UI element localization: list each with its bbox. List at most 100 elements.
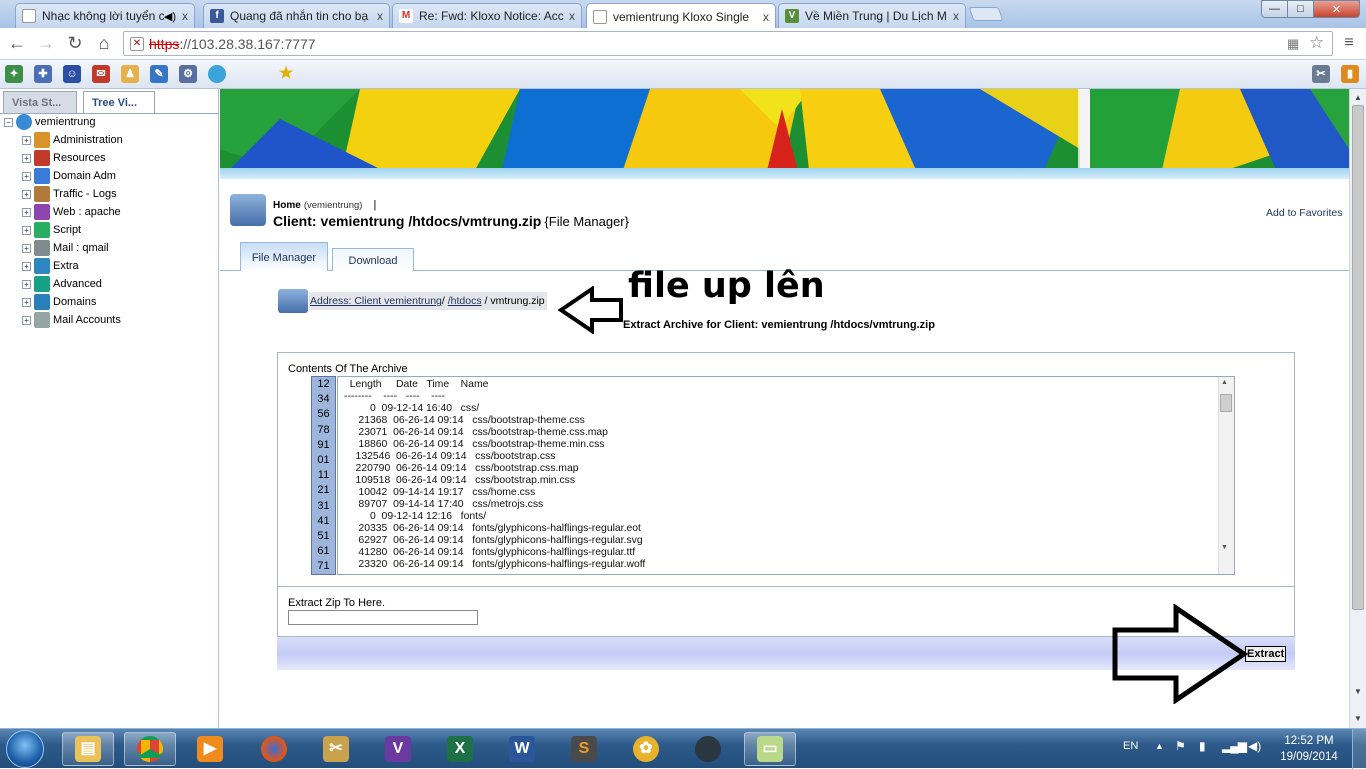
favorites-star-icon[interactable]: ★ xyxy=(277,65,295,83)
tree-item-web-apache[interactable]: + Web : apache xyxy=(22,203,121,221)
tab-download[interactable]: Download xyxy=(332,248,414,271)
back-icon[interactable]: ← xyxy=(6,32,28,54)
tab-close-icon[interactable]: x xyxy=(182,9,188,23)
tab-vista-style[interactable]: Vista St... xyxy=(3,91,77,113)
reload-icon[interactable]: ↻ xyxy=(64,32,86,54)
tree-item-extra[interactable]: + Extra xyxy=(22,257,79,275)
close-window-button[interactable]: ✕ xyxy=(1313,0,1360,18)
expand-icon[interactable]: + xyxy=(22,225,31,235)
tree-item-script[interactable]: + Script xyxy=(22,221,81,239)
tab-close-icon[interactable]: x xyxy=(377,9,383,23)
address-client-link[interactable]: Address: Client vemientrung xyxy=(310,295,442,307)
breadcrumb-home-link[interactable]: Home xyxy=(273,200,301,211)
clock-date[interactable]: 19/09/2014 xyxy=(1278,751,1340,763)
tree-root[interactable]: − vemientrung xyxy=(4,113,96,131)
tools-icon[interactable]: ✂ xyxy=(310,732,362,766)
address-bar[interactable]: ✕ https://103.28.38.167:7777 ▦ ☆ xyxy=(123,31,1333,56)
bookmark-star-icon[interactable]: ☆ xyxy=(1309,33,1324,53)
speaker-icon[interactable]: ◀) xyxy=(164,10,176,23)
sublime-icon[interactable]: S xyxy=(558,732,610,766)
extract-to-input[interactable] xyxy=(288,610,478,625)
power-icon[interactable]: ▮ xyxy=(1199,739,1206,753)
excel-icon[interactable]: X xyxy=(434,732,486,766)
network-icon[interactable]: ▂▄▆ xyxy=(1222,739,1247,753)
chrome-icon[interactable] xyxy=(124,732,176,766)
tree-item-mail-accounts[interactable]: + Mail Accounts xyxy=(22,311,121,329)
extension-icon-5[interactable]: ♟ xyxy=(121,65,139,83)
page-scroll-thumb[interactable] xyxy=(1352,105,1364,610)
expand-icon[interactable]: + xyxy=(22,153,31,163)
maximize-button[interactable]: □ xyxy=(1287,0,1314,18)
extract-button[interactable]: Extract xyxy=(1245,646,1287,662)
extension-icon-3[interactable]: ☺ xyxy=(63,65,81,83)
tab-file-manager[interactable]: File Manager xyxy=(240,242,328,271)
language-indicator[interactable]: EN xyxy=(1123,740,1138,752)
notes-icon[interactable]: ▭ xyxy=(744,732,796,766)
media-player-icon[interactable]: ▶ xyxy=(184,732,236,766)
expand-icon[interactable]: + xyxy=(22,297,31,307)
extension-icon-10[interactable]: ▮ xyxy=(1341,65,1359,83)
extension-icon-2[interactable]: ✚ xyxy=(34,65,52,83)
expand-icon[interactable]: + xyxy=(22,135,31,145)
listing-scroll-thumb[interactable] xyxy=(1220,394,1232,412)
extension-icon-8[interactable] xyxy=(208,65,226,83)
app-icon[interactable] xyxy=(682,732,734,766)
tree-item-resources[interactable]: + Resources xyxy=(22,149,106,167)
clock-time[interactable]: 12:52 PM xyxy=(1278,735,1340,747)
tree-item-domain-adm[interactable]: + Domain Adm xyxy=(22,167,116,185)
expand-icon[interactable]: + xyxy=(22,243,31,253)
start-orb[interactable] xyxy=(6,730,44,768)
firefox-icon[interactable] xyxy=(248,732,300,766)
archive-contents-textarea[interactable]: Length Date Time Name -------- ---- ----… xyxy=(337,376,1235,575)
extension-icon-6[interactable]: ✎ xyxy=(150,65,168,83)
new-tab-button[interactable] xyxy=(968,7,1004,21)
translate-icon[interactable]: ▦ xyxy=(1287,36,1299,52)
action-center-flag-icon[interactable]: ⚑ xyxy=(1175,739,1186,753)
tab-close-icon[interactable]: x xyxy=(763,10,769,24)
tab-close-icon[interactable]: x xyxy=(569,9,575,23)
listing-scrollbar[interactable]: ▲ ▼ xyxy=(1218,377,1234,574)
page-scrollbar[interactable]: ▲ ▼ ▼ xyxy=(1349,89,1366,728)
expand-icon[interactable]: + xyxy=(22,207,31,217)
tab-close-icon[interactable]: x xyxy=(953,9,959,23)
add-to-favorites-link[interactable]: Add to Favorites xyxy=(1266,207,1342,219)
tree-item-domains[interactable]: + Domains xyxy=(22,293,96,311)
browser-tab-1[interactable]: Nhạc không lời tuyển c ◀) x xyxy=(15,3,195,28)
browser-tab-5[interactable]: V Về Miền Trung | Du Lịch M x xyxy=(778,3,966,28)
browser-tab-3[interactable]: M Re: Fwd: Kloxo Notice: Acc x xyxy=(392,3,582,28)
extension-icon-7[interactable]: ⚙ xyxy=(179,65,197,83)
explorer-icon[interactable]: ▤ xyxy=(62,732,114,766)
show-desktop-button[interactable] xyxy=(1352,729,1366,769)
minimize-button[interactable]: — xyxy=(1261,0,1288,18)
forward-icon[interactable]: → xyxy=(35,32,57,54)
tree-item-traffic-logs[interactable]: + Traffic - Logs xyxy=(22,185,117,203)
collapse-icon[interactable]: − xyxy=(4,117,13,127)
tree-item-administration[interactable]: + Administration xyxy=(22,131,123,149)
page-scroll-down-icon-2[interactable]: ▼ xyxy=(1354,714,1362,723)
expand-icon[interactable]: + xyxy=(22,315,31,325)
tab-tree-view[interactable]: Tree Vi... xyxy=(83,91,155,114)
word-icon[interactable]: W xyxy=(496,732,548,766)
insecure-lock-icon[interactable]: ✕ xyxy=(130,37,144,51)
expand-icon[interactable]: + xyxy=(22,261,31,271)
menu-icon[interactable]: ≡ xyxy=(1338,32,1360,54)
address-htdocs-link[interactable]: /htdocs xyxy=(448,295,482,307)
extension-icon-9[interactable]: ✂ xyxy=(1312,65,1330,83)
unikey-icon[interactable]: ✿ xyxy=(620,732,672,766)
page-scroll-down-icon[interactable]: ▼ xyxy=(1354,687,1362,696)
browser-tab-2[interactable]: f Quang đã nhắn tin cho bạ x xyxy=(203,3,390,28)
scroll-up-icon[interactable]: ▲ xyxy=(1221,379,1228,386)
extension-icon-4[interactable]: ✉ xyxy=(92,65,110,83)
expand-icon[interactable]: + xyxy=(22,279,31,289)
visual-studio-icon[interactable]: V xyxy=(372,732,424,766)
page-scroll-up-icon[interactable]: ▲ xyxy=(1354,93,1362,102)
tray-expand-icon[interactable]: ▲ xyxy=(1155,741,1164,751)
extension-icon-1[interactable]: ✦ xyxy=(5,65,23,83)
tree-item-advanced[interactable]: + Advanced xyxy=(22,275,102,293)
volume-icon[interactable]: ◀) xyxy=(1248,739,1261,753)
browser-tab-4-active[interactable]: vemientrung Kloxo Single x xyxy=(586,3,776,29)
expand-icon[interactable]: + xyxy=(22,171,31,181)
tree-item-mail-qmail[interactable]: + Mail : qmail xyxy=(22,239,109,257)
expand-icon[interactable]: + xyxy=(22,189,31,199)
scroll-down-icon[interactable]: ▼ xyxy=(1221,544,1228,551)
